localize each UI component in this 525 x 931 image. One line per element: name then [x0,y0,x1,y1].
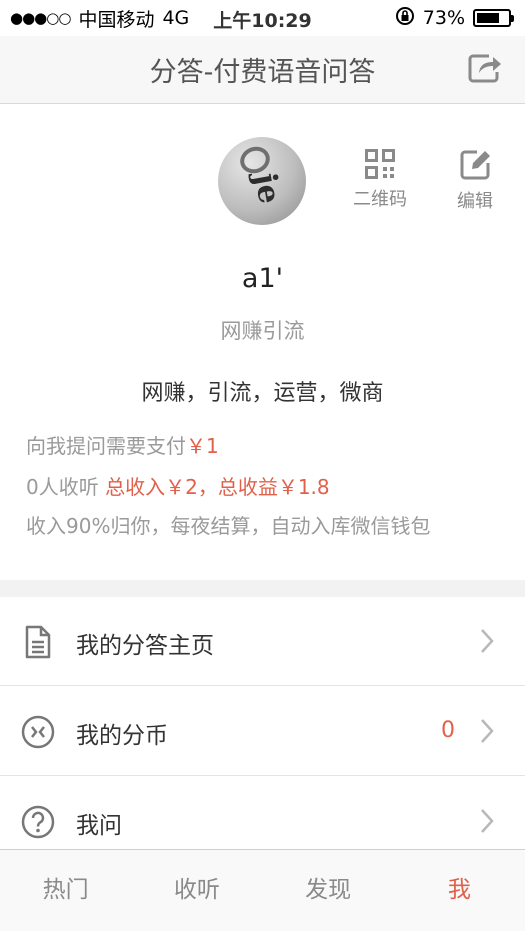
tab-discover[interactable]: 发现 [263,850,394,931]
qr-code-icon [365,149,395,179]
coin-icon [21,715,55,749]
profile-bio: 网赚，引流，运营，微商 [141,381,384,406]
chevron-right-icon [481,809,494,833]
profile-tagline: 网赚引流 [220,319,305,343]
edit-button[interactable]: 编辑 [443,149,507,213]
navigation-bar: 分答-付费语音问答 [0,36,525,104]
chevron-right-icon [481,629,494,653]
tab-listen[interactable]: 收听 [131,850,262,931]
avatar-photo-graphic: je [247,170,287,207]
menu-item-label: 我问 [76,813,122,839]
ask-price-label: 向我提问需要支付 [26,434,186,458]
app-screen: ●●●○○ 中国移动 4G 73% 上午10:29 分答-付费语音问答 je 二… [0,0,525,931]
username: a1' [241,263,284,294]
section-divider [0,580,525,597]
menu-item-my-coins[interactable]: 我的分币 0 [0,687,525,776]
edit-icon [460,150,490,180]
question-icon [21,805,55,839]
document-icon [25,625,51,659]
coin-count: 0 [441,718,455,743]
settlement-note: 收入90%归你，每夜结算，自动入库微信钱包 [26,514,431,538]
tab-hot[interactable]: 热门 [0,850,131,931]
listeners-count: 0人收听 [26,475,99,499]
status-time: 上午10:29 [213,10,312,32]
avatar[interactable]: je [218,137,306,225]
share-icon [468,54,501,83]
income-summary: 总收入￥2，总收益￥1.8 [105,475,330,499]
share-button[interactable] [467,52,503,84]
earnings-line: 0人收听 总收入￥2，总收益￥1.8 [26,471,330,500]
page-title: 分答-付费语音问答 [149,57,376,88]
ask-price-line: 向我提问需要支付￥1 [26,430,219,459]
qr-code-button[interactable]: 二维码 [348,149,412,211]
menu-item-my-homepage[interactable]: 我的分答主页 [0,597,525,686]
ask-price-value: ￥1 [186,434,219,458]
chevron-right-icon [481,719,494,743]
tab-me[interactable]: 我 [394,850,525,931]
menu-item-label: 我的分答主页 [76,633,214,659]
bottom-tab-bar: 热门 收听 发现 我 [0,849,525,931]
menu-item-label: 我的分币 [76,723,168,749]
profile-section: je 二维码 编辑 a1' 网赚引流 网赚，引流，运营，微商 向我提问需要支付￥… [0,105,525,580]
edit-label: 编辑 [457,191,493,212]
qr-code-label: 二维码 [353,189,407,210]
